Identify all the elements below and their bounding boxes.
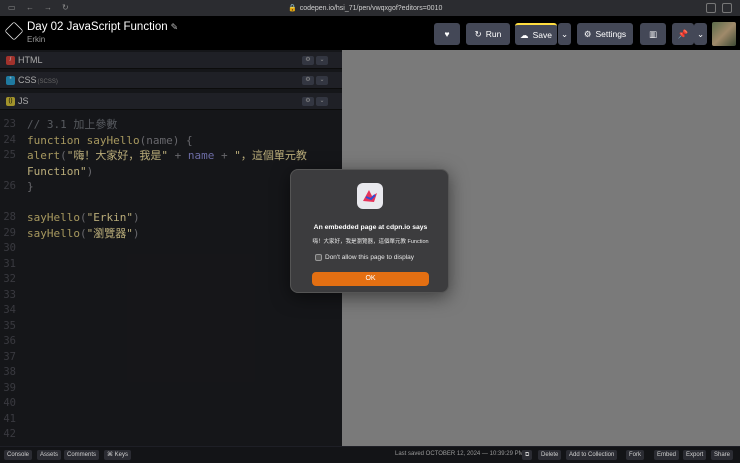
heart-button[interactable]: ♥	[434, 23, 460, 45]
chevron-down-icon: ⌄	[560, 28, 569, 39]
alert-dialog: An embedded page at cdpn.io says 嗨！大家好，我…	[290, 169, 449, 293]
pin-options-button[interactable]: ⌄	[694, 23, 707, 45]
dialog-title: An embedded page at cdpn.io says	[313, 224, 428, 231]
export-button[interactable]: Export	[683, 450, 707, 460]
app-logo-icon	[363, 190, 377, 202]
layout-button[interactable]: ▥	[640, 23, 666, 45]
keys-button[interactable]: ⌘ Keys	[104, 450, 132, 460]
save-options-button[interactable]: ⌄	[558, 23, 571, 45]
sidebar-toggle-icon[interactable]: ▭	[8, 3, 16, 12]
pen-author[interactable]: Erkin	[27, 35, 45, 44]
browser-app-icon	[357, 183, 383, 209]
pen-title[interactable]: Day 02 JavaScript Function ✎	[27, 21, 178, 33]
avatar[interactable]	[712, 22, 736, 46]
console-button[interactable]: Console	[4, 450, 33, 460]
pin-icon: 📌	[677, 28, 689, 39]
ok-button[interactable]: OK	[312, 272, 429, 286]
delete-button[interactable]: Delete	[538, 450, 562, 460]
share-button[interactable]: Share	[711, 450, 734, 460]
pin-button[interactable]: 📌	[672, 23, 694, 45]
codepen-logo-icon[interactable]	[4, 21, 24, 41]
gear-icon: ⚙	[583, 28, 592, 39]
back-icon[interactable]: ←	[26, 3, 34, 12]
address-bar[interactable]: 🔒 codepen.io/hsi_71/pen/vwqxgof?editors=0…	[288, 4, 442, 12]
heart-icon: ♥	[444, 29, 450, 39]
forward-icon[interactable]: →	[44, 3, 52, 12]
layout-icon: ▥	[648, 28, 658, 39]
edit-pencil-icon[interactable]: ✎	[171, 22, 179, 32]
fork-button[interactable]: Fork	[626, 450, 644, 460]
checkbox-box[interactable]	[315, 254, 322, 261]
tabs-icon[interactable]	[722, 3, 732, 13]
lock-icon: 🔒	[288, 5, 297, 12]
add-to-collection-button[interactable]: Add to Collection	[566, 450, 618, 460]
share-icon[interactable]	[706, 3, 716, 13]
dialog-message: 嗨！大家好，我是瀏覽器，這個單元教 Function	[312, 239, 429, 245]
cloud-icon: ☁	[520, 29, 529, 40]
dont-allow-checkbox[interactable]: Don't allow this page to display	[315, 254, 414, 261]
run-icon: ↻	[474, 28, 482, 39]
reload-icon[interactable]: ↻	[62, 3, 69, 12]
run-button[interactable]: ↻ Run	[466, 23, 510, 45]
footer-bar: Console Assets Comments ⌘ Keys Last save…	[0, 447, 740, 463]
save-button[interactable]: ☁ Save	[515, 23, 557, 45]
browser-toolbar: ▭ ← → ↻ 🔒 codepen.io/hsi_71/pen/vwqxgof?e…	[0, 0, 740, 16]
chevron-down-icon: ⌄	[696, 28, 705, 39]
comments-button[interactable]: Comments	[64, 450, 100, 460]
assets-button[interactable]: Assets	[37, 450, 62, 460]
external-link-icon: ⧉	[525, 452, 530, 458]
pen-header: Day 02 JavaScript Function ✎ Erkin ♥ ↻ Run…	[0, 16, 740, 50]
last-saved-status: Last saved OCTOBER 12, 2024 — 10:39:29 P…	[395, 451, 524, 457]
embed-button[interactable]: Embed	[654, 450, 680, 460]
settings-button[interactable]: ⚙ Settings	[577, 23, 633, 45]
external-link-button[interactable]: ⧉	[522, 450, 533, 460]
